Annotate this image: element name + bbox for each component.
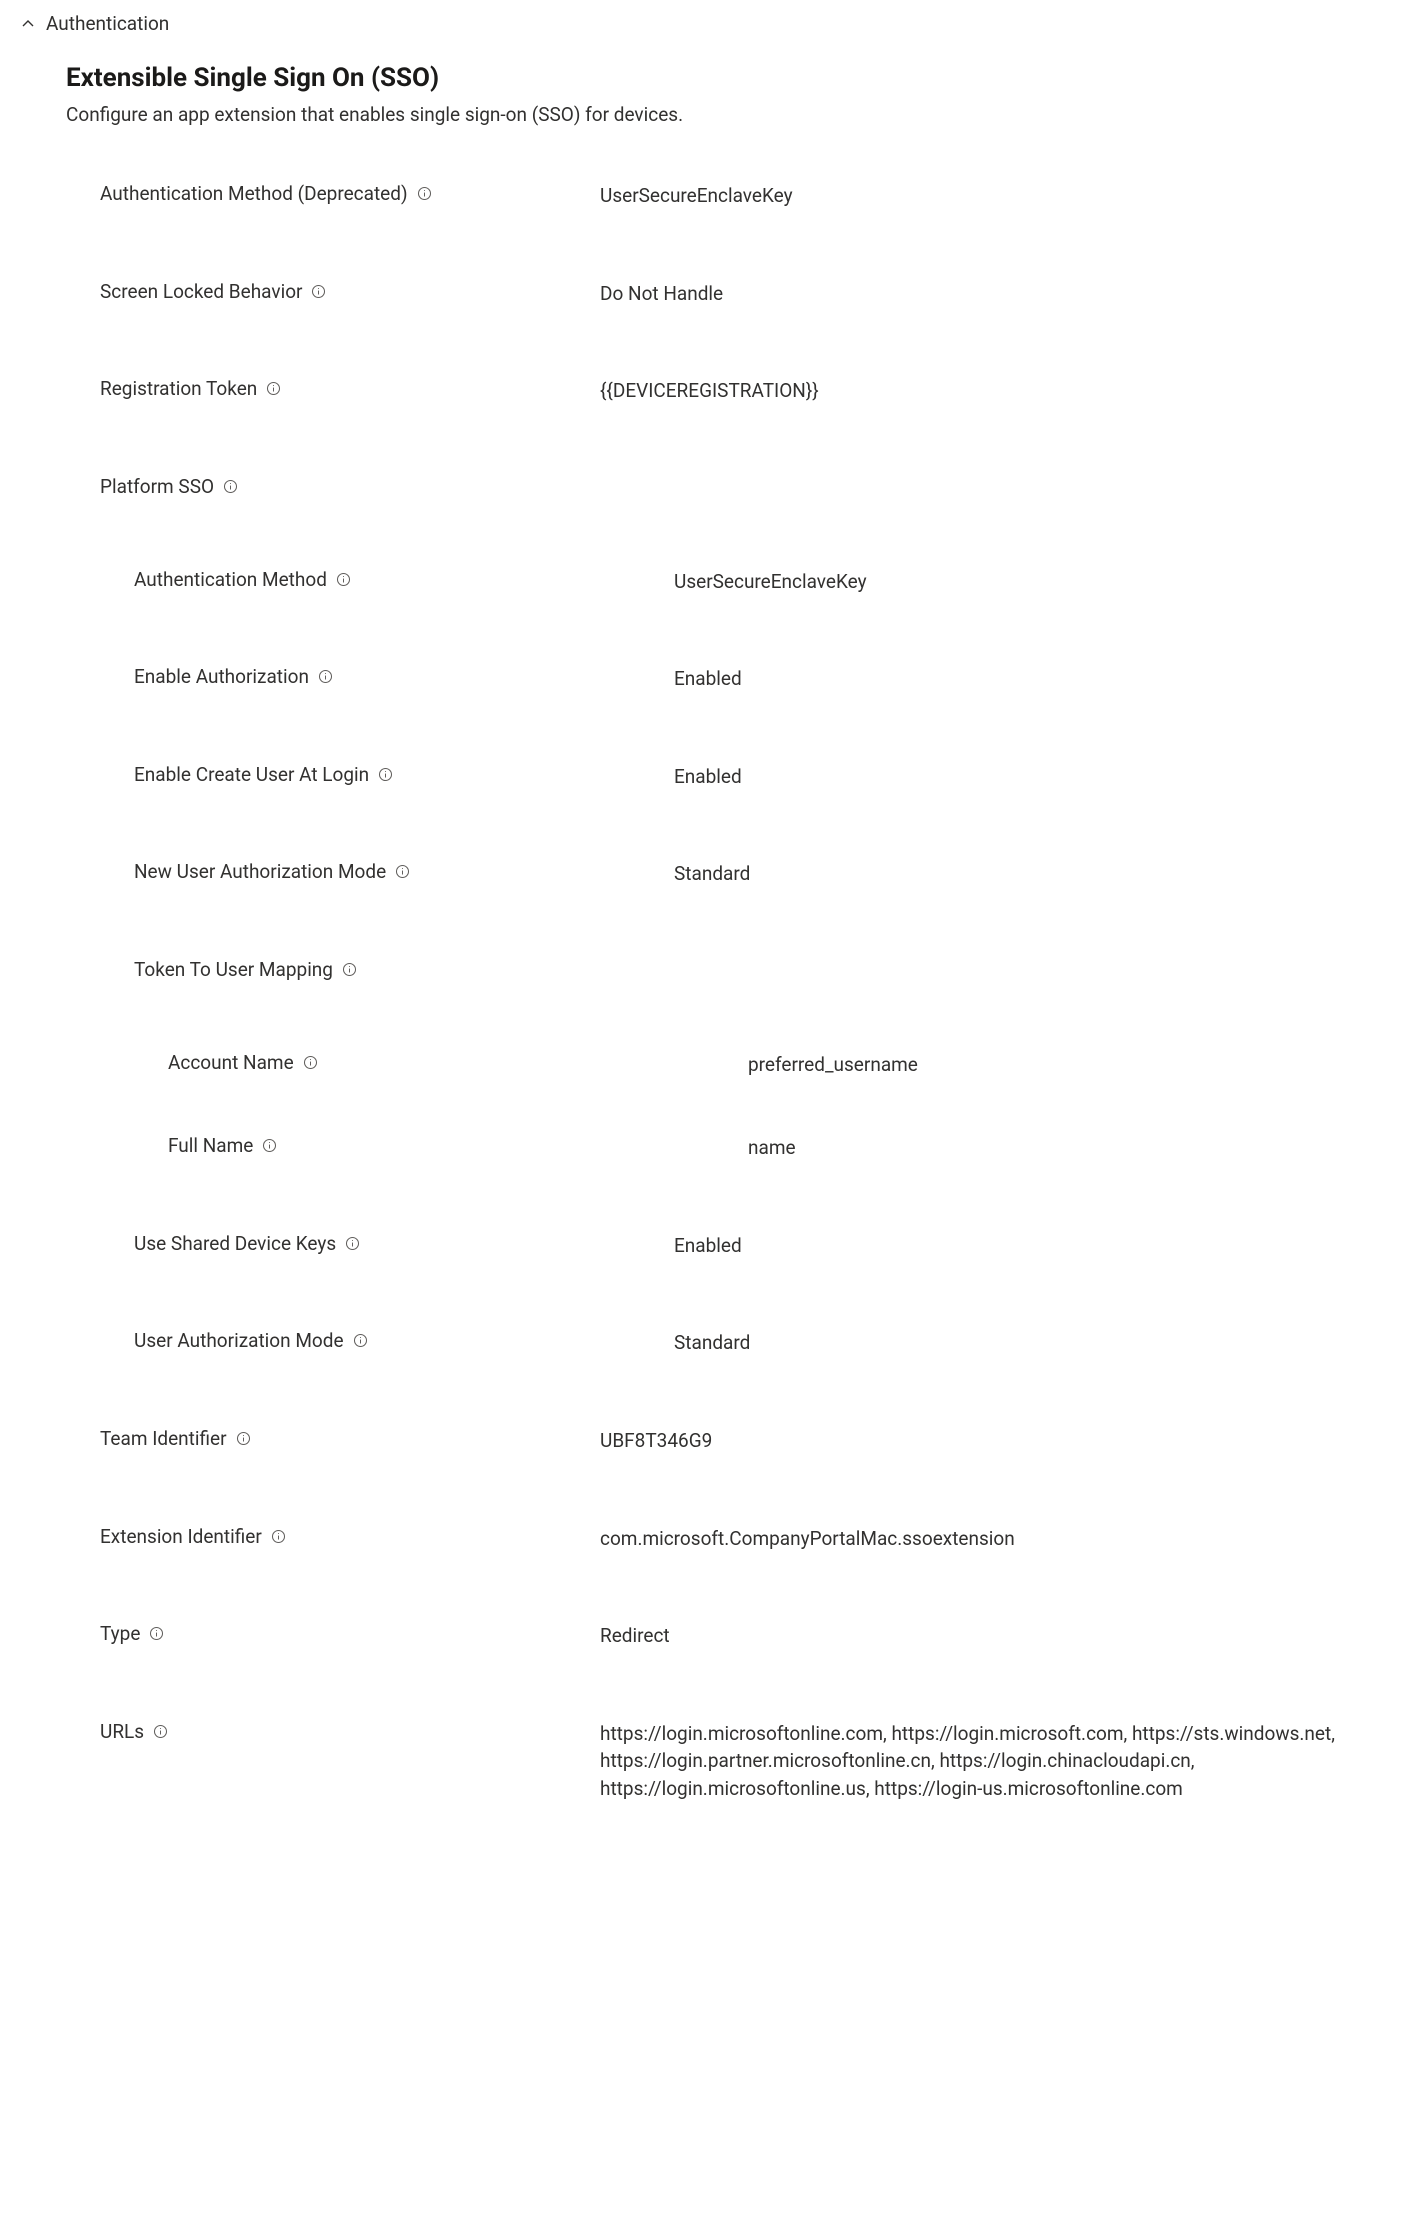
field-value: com.microsoft.CompanyPortalMac.ssoextens… (600, 1525, 1380, 1553)
field-value: {{DEVICEREGISTRATION}} (600, 377, 1380, 405)
info-icon[interactable] (344, 1235, 361, 1252)
field-use-shared-device-keys: Use Shared Device Keys Enabled (134, 1232, 1382, 1260)
section-toggle-authentication[interactable]: Authentication (20, 12, 1382, 35)
field-user-authorization-mode: User Authorization Mode Standard (134, 1329, 1382, 1357)
info-icon[interactable] (394, 863, 411, 880)
field-label: Use Shared Device Keys (134, 1232, 336, 1255)
field-account-name: Account Name preferred_username (168, 1051, 1382, 1079)
field-enable-create-user-at-login: Enable Create User At Login Enabled (134, 763, 1382, 791)
field-label: Token To User Mapping (134, 958, 333, 981)
field-label: Team Identifier (100, 1427, 227, 1450)
field-label: New User Authorization Mode (134, 860, 386, 883)
field-label: Type (100, 1622, 140, 1645)
field-value: Do Not Handle (600, 280, 1380, 308)
field-label: Screen Locked Behavior (100, 280, 302, 303)
field-label: Enable Authorization (134, 665, 309, 688)
field-enable-authorization: Enable Authorization Enabled (134, 665, 1382, 693)
section-content: Extensible Single Sign On (SSO) Configur… (20, 63, 1382, 1802)
field-value: https://login.microsoftonline.com, https… (600, 1720, 1380, 1803)
field-label: URLs (100, 1720, 144, 1743)
info-icon[interactable] (261, 1137, 278, 1154)
field-label: Enable Create User At Login (134, 763, 369, 786)
info-icon[interactable] (222, 478, 239, 495)
section-header-title: Authentication (46, 12, 169, 35)
field-label: Full Name (168, 1134, 253, 1157)
field-label: Platform SSO (100, 475, 214, 498)
info-icon[interactable] (352, 1332, 369, 1349)
field-full-name: Full Name name (168, 1134, 1382, 1162)
info-icon[interactable] (270, 1528, 287, 1545)
info-icon[interactable] (377, 766, 394, 783)
field-label: Authentication Method (Deprecated) (100, 182, 408, 205)
info-icon[interactable] (235, 1430, 252, 1447)
field-label: Authentication Method (134, 568, 327, 591)
field-screen-locked-behavior: Screen Locked Behavior Do Not Handle (100, 280, 1382, 308)
info-icon[interactable] (152, 1723, 169, 1740)
page-title: Extensible Single Sign On (SSO) (66, 63, 1382, 93)
field-value: UserSecureEnclaveKey (600, 182, 1380, 210)
info-icon[interactable] (302, 1054, 319, 1071)
field-value: preferred_username (748, 1051, 1382, 1079)
field-registration-token: Registration Token {{DEVICEREGISTRATION}… (100, 377, 1382, 405)
field-label: Account Name (168, 1051, 294, 1074)
field-label: Extension Identifier (100, 1525, 262, 1548)
field-auth-method-deprecated: Authentication Method (Deprecated) UserS… (100, 182, 1382, 210)
info-icon[interactable] (416, 185, 433, 202)
field-extension-identifier: Extension Identifier com.microsoft.Compa… (100, 1525, 1382, 1553)
info-icon[interactable] (341, 961, 358, 978)
info-icon[interactable] (310, 283, 327, 300)
field-urls: URLs https://login.microsoftonline.com, … (100, 1720, 1382, 1803)
chevron-up-icon (20, 16, 36, 32)
subsection-token-to-user-mapping: Token To User Mapping (134, 958, 1382, 981)
field-value: UBF8T346G9 (600, 1427, 1380, 1455)
field-value: Standard (674, 1329, 1382, 1357)
field-new-user-authorization-mode: New User Authorization Mode Standard (134, 860, 1382, 888)
field-value: Redirect (600, 1622, 1380, 1650)
field-value: Enabled (674, 763, 1382, 791)
info-icon[interactable] (335, 571, 352, 588)
field-label: User Authorization Mode (134, 1329, 344, 1352)
field-value: name (748, 1134, 1382, 1162)
field-label: Registration Token (100, 377, 257, 400)
field-value: Enabled (674, 1232, 1382, 1260)
info-icon[interactable] (265, 380, 282, 397)
subsection-platform-sso: Platform SSO (100, 475, 1382, 498)
field-value: Standard (674, 860, 1382, 888)
field-platform-auth-method: Authentication Method UserSecureEnclaveK… (134, 568, 1382, 596)
field-team-identifier: Team Identifier UBF8T346G9 (100, 1427, 1382, 1455)
info-icon[interactable] (148, 1625, 165, 1642)
field-type: Type Redirect (100, 1622, 1382, 1650)
field-value: Enabled (674, 665, 1382, 693)
info-icon[interactable] (317, 668, 334, 685)
page-description: Configure an app extension that enables … (66, 103, 1382, 126)
field-value: UserSecureEnclaveKey (674, 568, 1382, 596)
